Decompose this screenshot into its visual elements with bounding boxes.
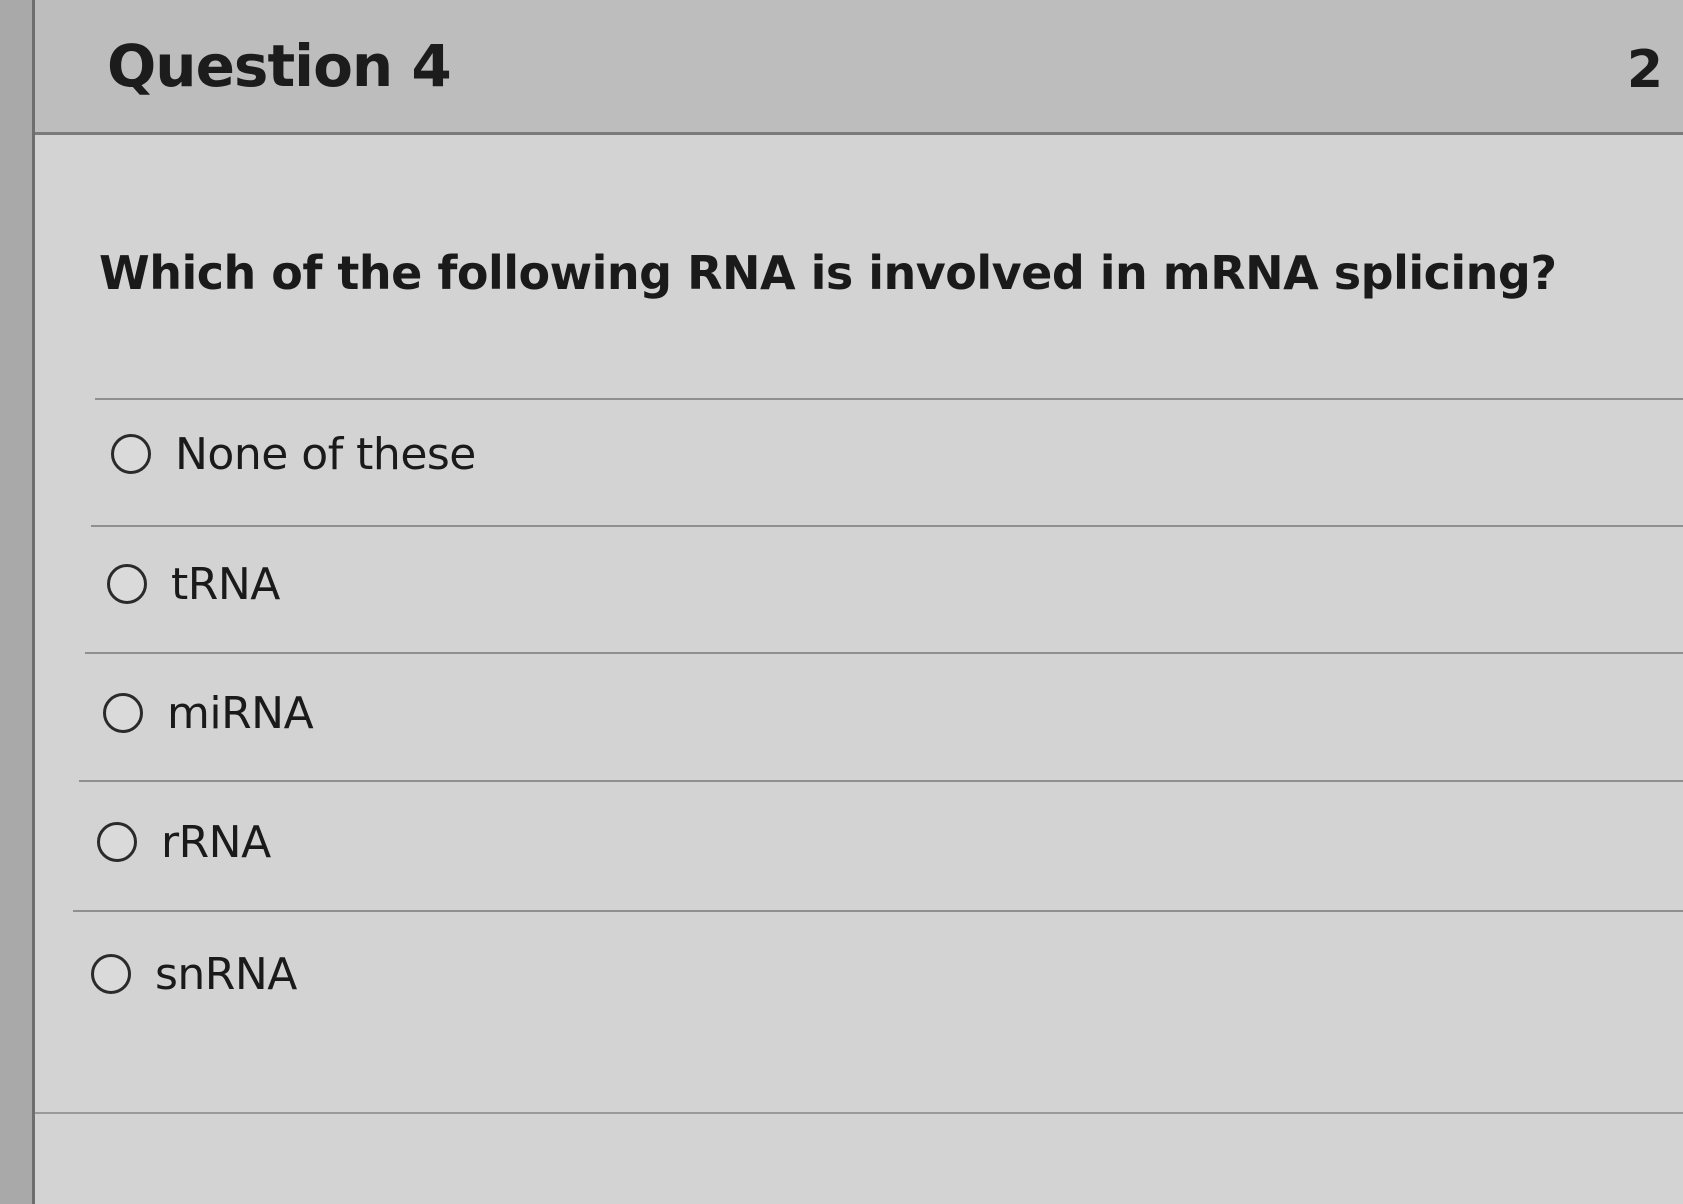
answer-divider (79, 780, 1683, 782)
answer-label: None of these (175, 428, 476, 480)
answer-option-none-of-these[interactable]: None of these (111, 424, 476, 484)
answer-option-rrna[interactable]: rRNA (97, 812, 271, 872)
radio-button[interactable] (103, 693, 143, 733)
radio-button[interactable] (111, 434, 151, 474)
answer-option-trna[interactable]: tRNA (107, 554, 280, 614)
answer-divider (73, 910, 1683, 912)
radio-button[interactable] (97, 822, 137, 862)
answer-divider (85, 652, 1683, 654)
panel-footer-divider (35, 1112, 1683, 1114)
answer-option-snrna[interactable]: snRNA (91, 944, 297, 1004)
radio-button[interactable] (91, 954, 131, 994)
answer-label: snRNA (155, 948, 297, 1000)
answer-label: tRNA (171, 558, 280, 610)
answer-divider (95, 398, 1683, 400)
answer-label: miRNA (167, 687, 314, 739)
question-title: Question 4 (107, 32, 452, 100)
radio-button[interactable] (107, 564, 147, 604)
answer-divider (91, 525, 1683, 527)
answer-label: rRNA (161, 816, 271, 868)
answer-option-mirna[interactable]: miRNA (103, 683, 314, 743)
question-panel: Question 4 2 Which of the following RNA … (32, 0, 1683, 1204)
question-header: Question 4 2 (35, 0, 1683, 135)
question-points: 2 (1626, 40, 1663, 100)
question-prompt: Which of the following RNA is involved i… (99, 246, 1557, 300)
